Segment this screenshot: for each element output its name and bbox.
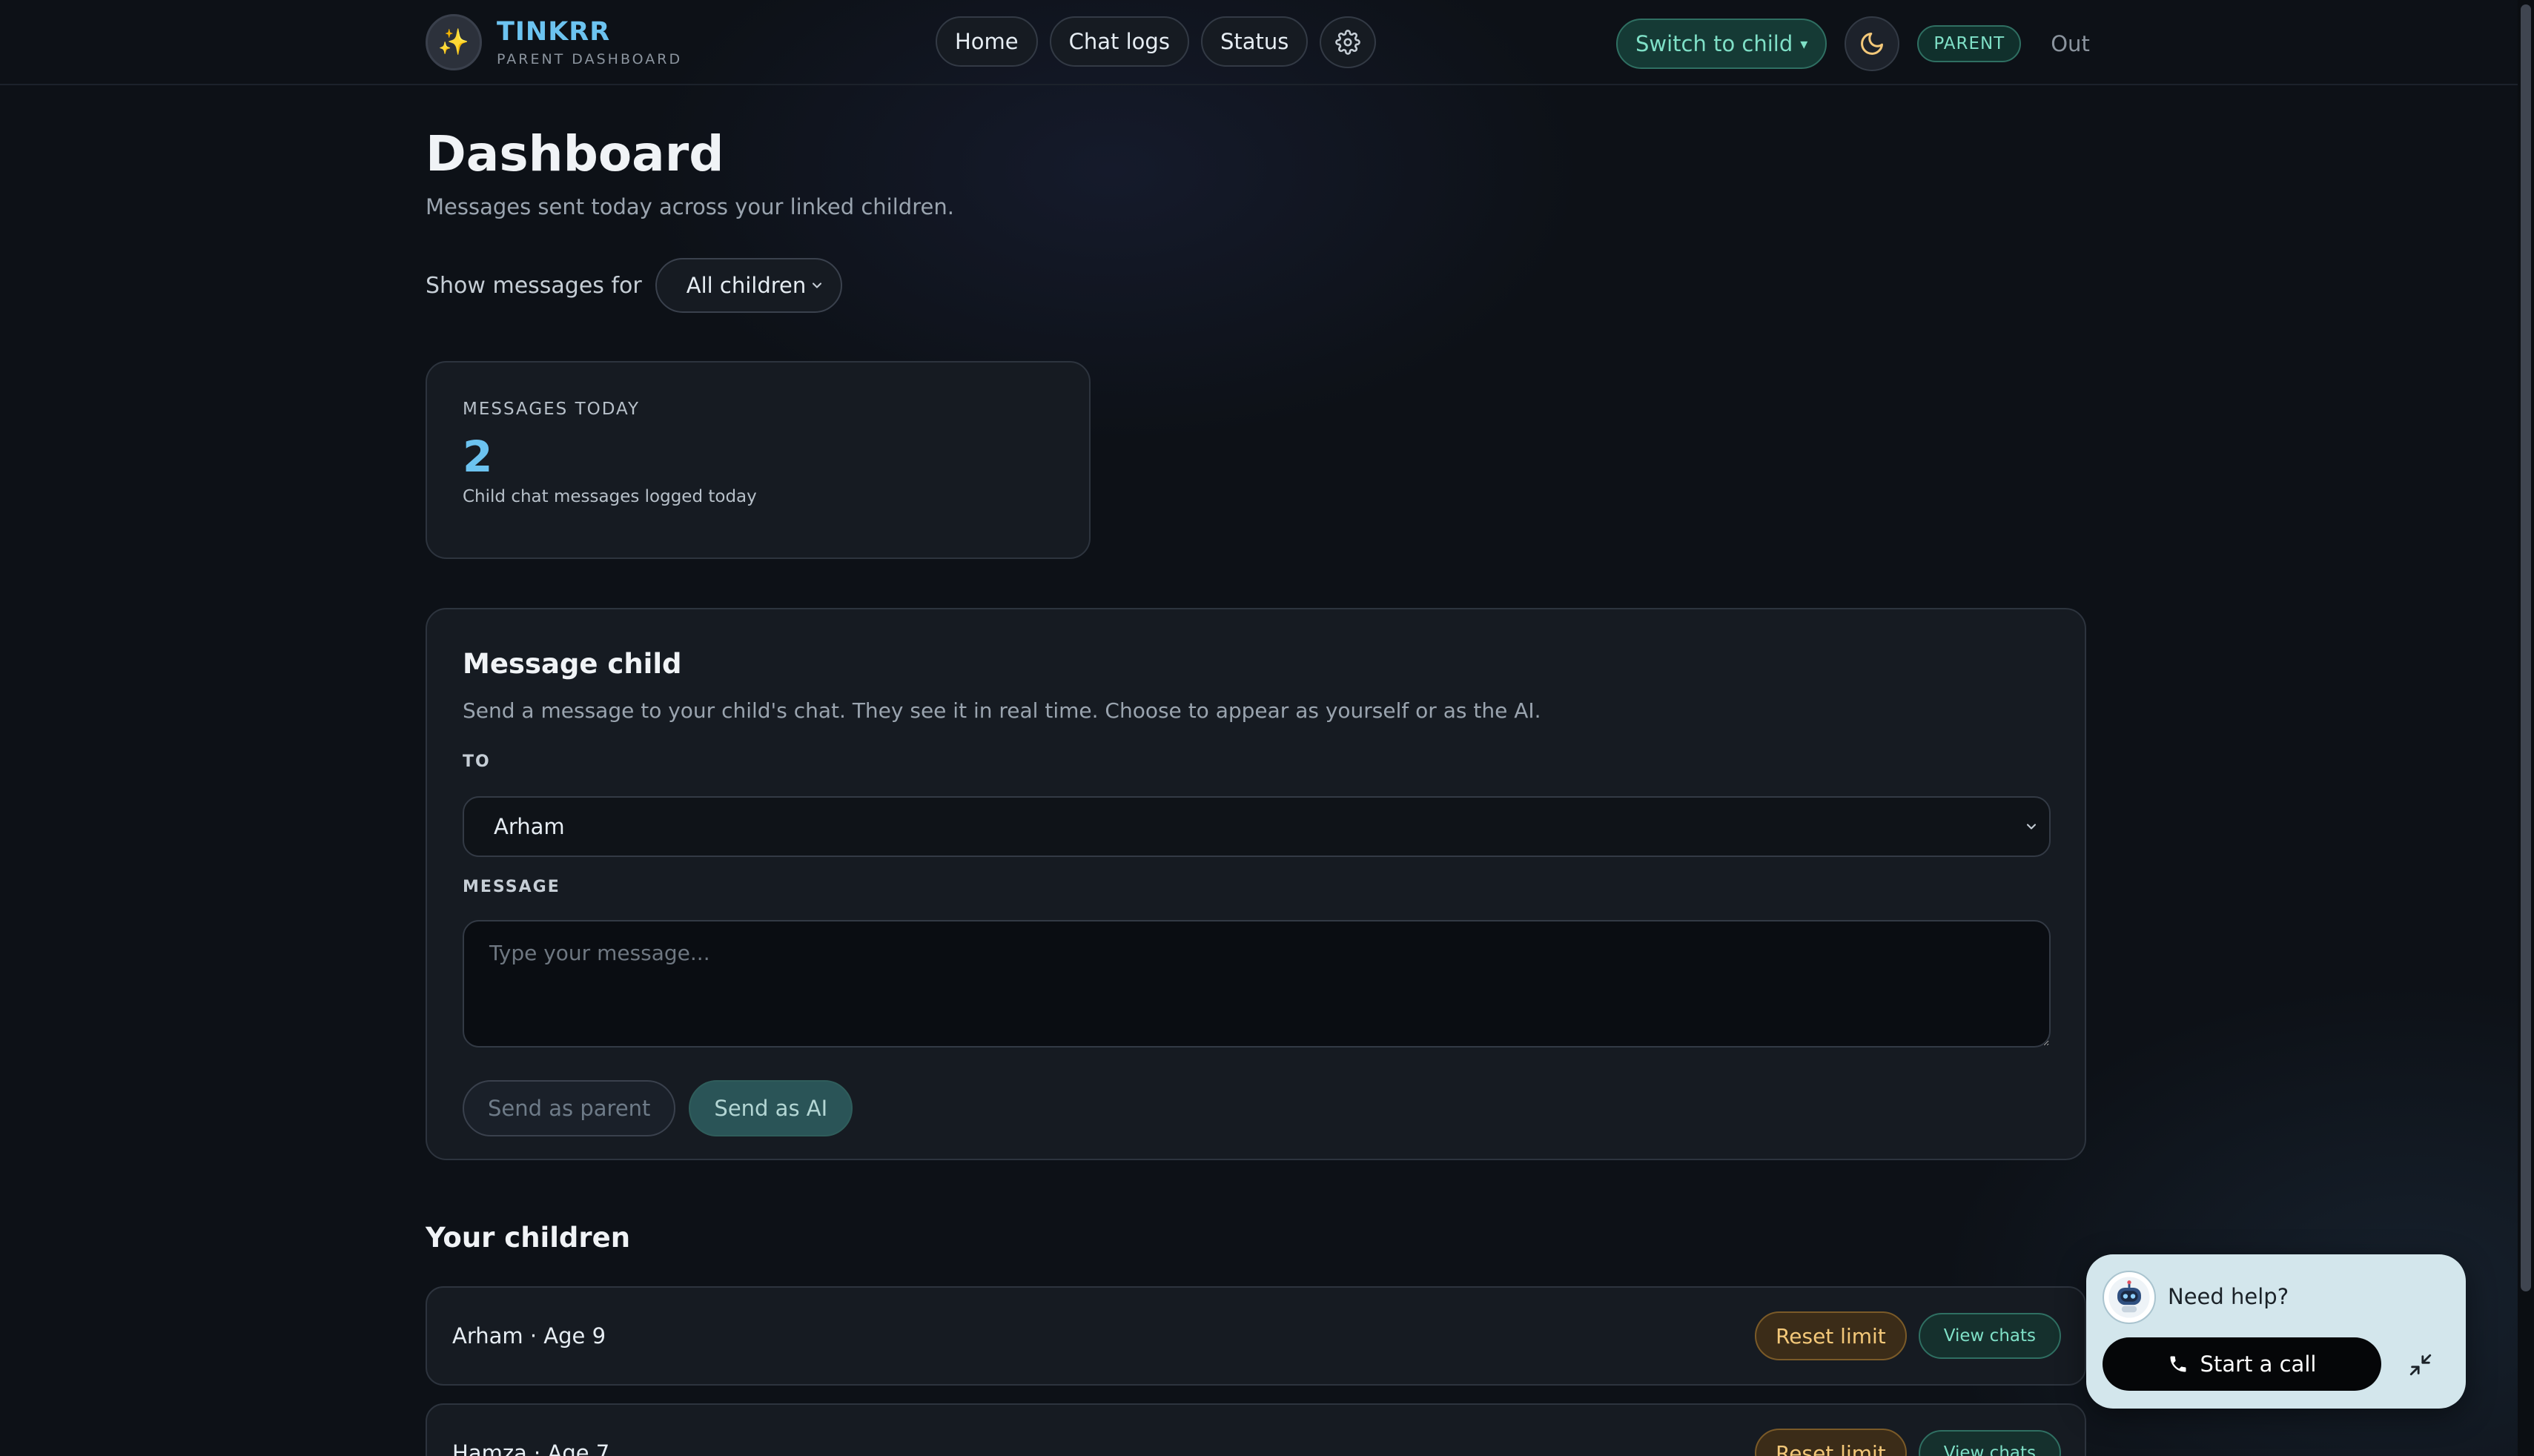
top-navigation-bar: ✨ TINKRR PARENT DASHBOARD Home Chat logs… [0,0,2518,85]
page-title: Dashboard [426,125,724,182]
child-row: Hamza · Age 7 Reset limit View chats [426,1403,2086,1456]
recipient-value: Arham [494,814,565,839]
message-textarea[interactable] [463,920,2051,1048]
brand-name: TINKRR [497,17,611,47]
chevron-down-icon [812,282,821,288]
child-name: Hamza · Age 7 [452,1440,610,1456]
gear-icon [1335,30,1361,55]
nav-status[interactable]: Status [1200,16,1309,67]
stat-label: MESSAGES TODAY [463,400,641,419]
page-scrollbar[interactable] [2518,0,2534,1456]
switch-to-child-button[interactable]: Switch to child ▾ [1616,19,1827,69]
children-section-title: Your children [426,1222,631,1254]
brand-subtitle: PARENT DASHBOARD [497,51,683,67]
child-name: Arham · Age 9 [452,1323,606,1349]
child-filter-value: All children [686,273,807,298]
child-filter: Show messages for All children [426,258,842,313]
settings-button[interactable] [1320,16,1377,68]
start-call-button[interactable]: Start a call [2103,1337,2381,1391]
send-as-parent-button[interactable]: Send as parent [463,1080,676,1136]
recipient-select[interactable]: Arham [463,796,2051,857]
brand-logo-icon: ✨ [426,14,482,70]
robot-avatar-graphic [2108,1277,2150,1318]
to-label: TO [463,752,491,771]
message-child-title: Message child [463,648,682,680]
main-nav: Home Chat logs Status [936,16,1377,68]
moon-icon [1861,33,1884,55]
chevron-down-icon [2026,824,2037,830]
minimize-icon [2409,1354,2432,1376]
stat-note: Child chat messages logged today [463,487,757,506]
nav-chat-logs[interactable]: Chat logs [1049,16,1189,67]
help-widget: Need help? Start a call [2086,1254,2466,1409]
message-child-description: Send a message to your child's chat. The… [463,698,1541,723]
send-as-ai-button[interactable]: Send as AI [689,1080,853,1136]
switch-to-child-label: Switch to child [1635,31,1793,56]
nav-home[interactable]: Home [936,16,1038,67]
filter-label: Show messages for [426,272,642,299]
parent-dashboard-page: ✨ TINKRR PARENT DASHBOARD Home Chat logs… [0,0,2534,1456]
child-actions: Reset limit View chats [1755,1311,2061,1360]
reset-limit-button[interactable]: Reset limit [1755,1429,1907,1456]
start-call-label: Start a call [2200,1351,2317,1377]
scrollbar-thumb[interactable] [2521,4,2531,1291]
message-child-card: Message child Send a message to your chi… [426,608,2086,1160]
send-buttons: Send as parent Send as AI [463,1080,2049,1136]
child-filter-select[interactable]: All children [655,258,842,313]
minimize-button[interactable] [2398,1342,2444,1388]
account-controls: Switch to child ▾ PARENT Out [1616,16,2090,71]
sign-out-link[interactable]: Out [2051,31,2090,56]
role-badge: PARENT [1917,25,2022,62]
messages-today-card: MESSAGES TODAY 2 Child chat messages log… [426,361,1091,559]
child-row: Arham · Age 9 Reset limit View chats [426,1286,2086,1386]
message-label: MESSAGE [463,878,560,896]
child-actions: Reset limit View chats [1755,1429,2061,1456]
caret-down-icon: ▾ [1800,35,1808,53]
phone-icon [2170,1356,2186,1372]
brand-text: TINKRR PARENT DASHBOARD [497,17,682,67]
view-chats-button[interactable]: View chats [1918,1430,2061,1456]
page-subtitle: Messages sent today across your linked c… [426,194,954,219]
help-title: Need help? [2168,1284,2289,1309]
brand[interactable]: ✨ TINKRR PARENT DASHBOARD [426,13,682,72]
theme-toggle-button[interactable] [1845,16,1900,71]
robot-icon [2103,1271,2156,1324]
reset-limit-button[interactable]: Reset limit [1755,1311,1907,1360]
stat-value: 2 [463,431,493,482]
view-chats-button[interactable]: View chats [1918,1313,2061,1359]
